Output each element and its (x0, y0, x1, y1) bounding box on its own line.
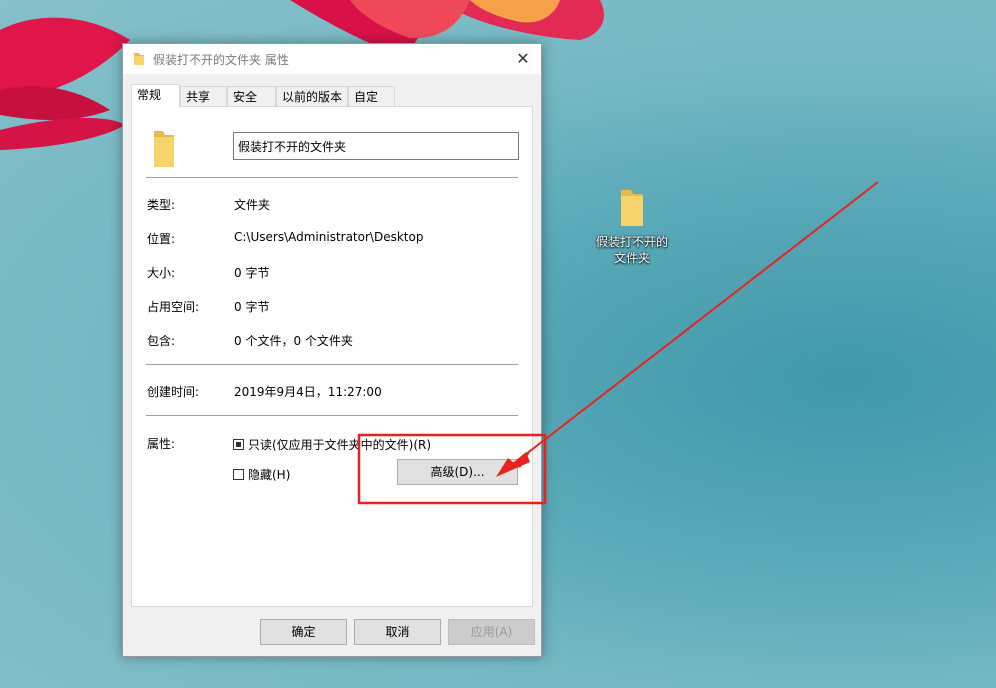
folder-icon (134, 53, 144, 65)
advanced-button[interactable]: 高级(D)... (397, 459, 518, 485)
apply-button[interactable]: 应用(A) (448, 619, 535, 645)
created-label: 创建时间: (147, 385, 200, 399)
annotation-arrow-shaft (511, 181, 879, 466)
folder-icon (621, 190, 643, 226)
desktop-folder-icon-item[interactable]: 假装打不开的 文件夹 (590, 186, 674, 266)
general-panel: 类型: 文件夹 位置: C:\Users\Administrator\Deskt… (131, 106, 533, 607)
hidden-checkbox[interactable]: 隐藏(H) (233, 466, 290, 483)
tab-previous-versions[interactable]: 以前的版本 (276, 86, 348, 106)
attributes-label: 属性: (147, 437, 176, 451)
window-title: 假装打不开的文件夹 属性 (153, 53, 289, 67)
size-value: 0 字节 (234, 266, 270, 280)
ok-button[interactable]: 确定 (260, 619, 347, 645)
location-value: C:\Users\Administrator\Desktop (234, 230, 424, 244)
readonly-label: 只读(仅应用于文件夹中的文件)(R) (248, 438, 432, 452)
size-on-disk-value: 0 字节 (234, 300, 270, 314)
separator (146, 177, 518, 178)
size-label: 大小: (147, 266, 176, 280)
separator (146, 364, 518, 365)
size-on-disk-label: 占用空间: (147, 300, 200, 314)
tab-security[interactable]: 安全 (227, 86, 276, 106)
tab-sharing[interactable]: 共享 (180, 86, 227, 106)
desktop-folder-label: 假装打不开的 文件夹 (595, 235, 668, 265)
readonly-checkbox[interactable]: 只读(仅应用于文件夹中的文件)(R) (233, 436, 431, 453)
properties-dialog: 假装打不开的文件夹 属性 ✕ 常规 共享 安全 以前的版本 自定义 类型: 文件… (122, 43, 542, 657)
close-icon[interactable]: ✕ (505, 44, 541, 74)
cancel-button[interactable]: 取消 (354, 619, 441, 645)
checkbox-unchecked-icon (233, 469, 244, 480)
folder-icon (154, 131, 174, 167)
tab-customize[interactable]: 自定义 (348, 86, 395, 124)
tab-general[interactable]: 常规 (131, 84, 180, 107)
title-bar[interactable]: 假装打不开的文件夹 属性 ✕ (123, 44, 541, 74)
contains-label: 包含: (147, 334, 176, 348)
contains-value: 0 个文件，0 个文件夹 (234, 334, 353, 348)
created-value: 2019年9月4日，11:27:00 (234, 385, 382, 399)
checkbox-indeterminate-icon (233, 439, 244, 450)
location-label: 位置: (147, 232, 176, 246)
type-label: 类型: (147, 198, 176, 212)
hidden-label: 隐藏(H) (248, 468, 291, 482)
type-value: 文件夹 (234, 198, 271, 212)
folder-name-input[interactable] (233, 132, 519, 160)
separator (146, 415, 518, 416)
